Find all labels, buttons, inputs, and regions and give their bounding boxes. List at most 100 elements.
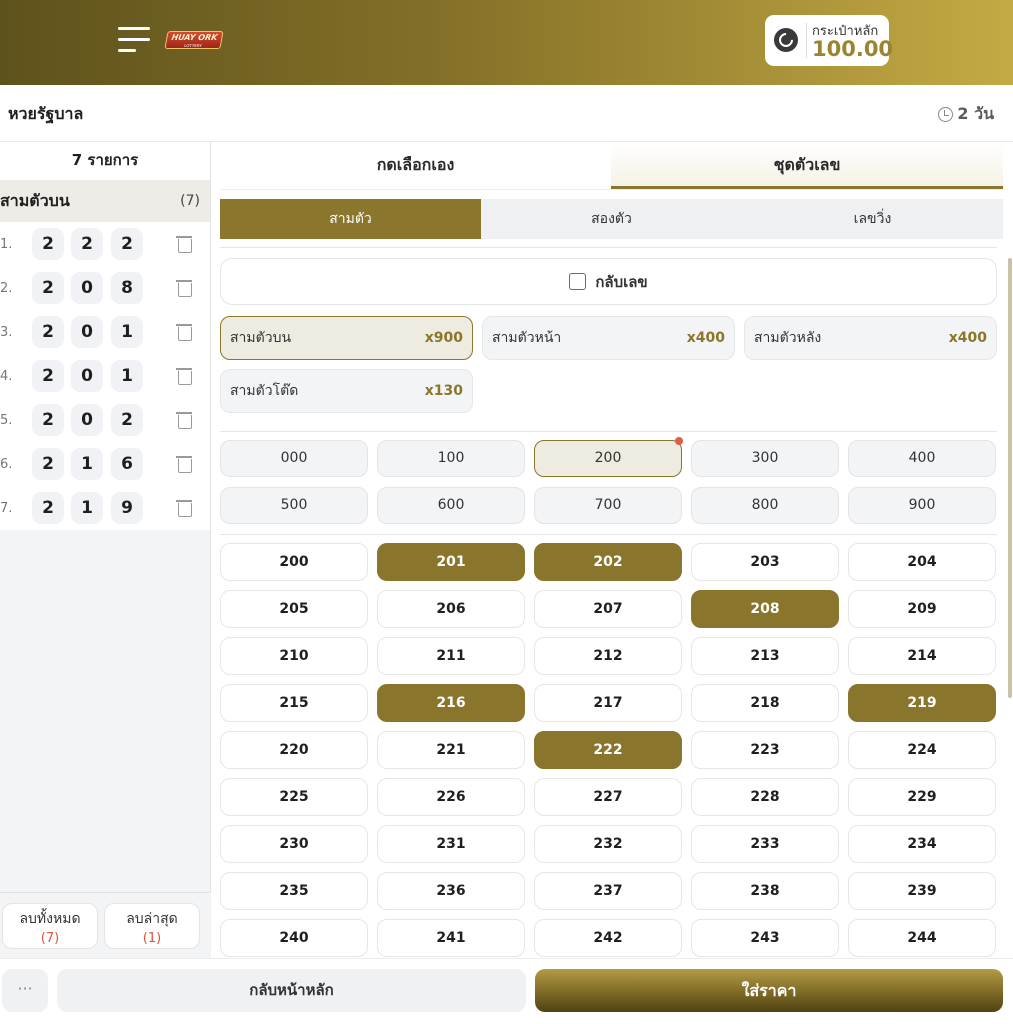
tab-two-digit[interactable]: สองตัว [481,199,742,239]
number-button[interactable]: 204 [848,543,996,581]
brand-logo[interactable]: HUAY ORK LOTTERY [164,31,224,49]
hundred-group-button[interactable]: 300 [691,440,839,477]
number-button[interactable]: 236 [377,872,525,910]
hundred-group-button[interactable]: 200 [534,437,683,477]
trash-icon[interactable] [176,412,192,429]
trash-icon[interactable] [176,500,192,517]
more-button[interactable]: ··· [2,969,48,1012]
bet-digit[interactable]: 1 [71,448,103,480]
tab-running-digit[interactable]: เลขวิ่ง [742,199,1003,239]
bet-digit[interactable]: 2 [32,272,64,304]
bet-digit[interactable]: 1 [71,492,103,524]
trash-icon[interactable] [176,456,192,473]
number-button[interactable]: 230 [220,825,368,863]
number-button[interactable]: 200 [220,543,368,581]
number-button[interactable]: 243 [691,919,839,957]
number-button[interactable]: 244 [848,919,996,957]
tab-manual-pick[interactable]: กดเลือกเอง [220,142,611,189]
bet-digit[interactable]: 9 [111,492,143,524]
number-button[interactable]: 214 [848,637,996,675]
bet-digit[interactable]: 1 [111,360,143,392]
number-button[interactable]: 224 [848,731,996,769]
menu-icon[interactable] [118,27,152,53]
number-button[interactable]: 205 [220,590,368,628]
number-button[interactable]: 217 [534,684,682,722]
hundred-group-button[interactable]: 800 [691,487,839,524]
number-button[interactable]: 219 [848,684,996,722]
number-button[interactable]: 233 [691,825,839,863]
bet-digit[interactable]: 0 [71,404,103,436]
number-button[interactable]: 231 [377,825,525,863]
rate-three-back[interactable]: สามตัวหลัง x400 [744,316,997,360]
number-button[interactable]: 238 [691,872,839,910]
number-button[interactable]: 215 [220,684,368,722]
bet-digit[interactable]: 2 [111,404,143,436]
trash-icon[interactable] [176,280,192,297]
reverse-number-toggle[interactable]: กลับเลข [220,258,997,305]
number-button[interactable]: 228 [691,778,839,816]
hundred-group-button[interactable]: 900 [848,487,996,524]
trash-icon[interactable] [176,368,192,385]
number-button[interactable]: 241 [377,919,525,957]
tab-number-set[interactable]: ชุดตัวเลข [611,142,1003,189]
number-button[interactable]: 227 [534,778,682,816]
bet-digit[interactable]: 2 [32,404,64,436]
hundred-group-button[interactable]: 000 [220,440,368,477]
number-button[interactable]: 239 [848,872,996,910]
scrollbar[interactable] [1008,258,1012,698]
number-button[interactable]: 235 [220,872,368,910]
number-button[interactable]: 201 [377,543,525,581]
bet-digit[interactable]: 2 [32,316,64,348]
clear-all-button[interactable]: ลบทั้งหมด (7) [2,903,98,949]
number-button[interactable]: 213 [691,637,839,675]
number-button[interactable]: 240 [220,919,368,957]
bet-digit[interactable]: 0 [71,360,103,392]
bet-digit[interactable]: 2 [32,360,64,392]
back-home-button[interactable]: กลับหน้าหลัก [57,969,526,1012]
number-button[interactable]: 221 [377,731,525,769]
tab-three-digit[interactable]: สามตัว [220,199,481,239]
trash-icon[interactable] [176,236,192,253]
hundred-group-button[interactable]: 700 [534,487,682,524]
number-button[interactable]: 212 [534,637,682,675]
number-button[interactable]: 209 [848,590,996,628]
number-button[interactable]: 220 [220,731,368,769]
rate-three-tod[interactable]: สามตัวโต๊ด x130 [220,369,473,413]
number-button[interactable]: 225 [220,778,368,816]
number-button[interactable]: 222 [534,731,682,769]
number-button[interactable]: 203 [691,543,839,581]
bet-digit[interactable]: 8 [111,272,143,304]
hundred-group-button[interactable]: 100 [377,440,525,477]
number-button[interactable]: 232 [534,825,682,863]
enter-price-button[interactable]: ใส่ราคา [535,969,1003,1012]
number-button[interactable]: 206 [377,590,525,628]
number-button[interactable]: 237 [534,872,682,910]
refresh-icon[interactable] [774,28,798,52]
hundred-group-button[interactable]: 600 [377,487,525,524]
hundred-group-button[interactable]: 400 [848,440,996,477]
number-button[interactable]: 216 [377,684,525,722]
bet-digit[interactable]: 2 [32,228,64,260]
bet-digit[interactable]: 6 [111,448,143,480]
bet-digit[interactable]: 2 [32,448,64,480]
number-button[interactable]: 210 [220,637,368,675]
clear-last-button[interactable]: ลบล่าสุด (1) [104,903,200,949]
bet-digit[interactable]: 2 [111,228,143,260]
number-button[interactable]: 242 [534,919,682,957]
number-button[interactable]: 202 [534,543,682,581]
rate-three-front[interactable]: สามตัวหน้า x400 [482,316,735,360]
hundred-group-button[interactable]: 500 [220,487,368,524]
number-button[interactable]: 208 [691,590,839,628]
number-button[interactable]: 211 [377,637,525,675]
bet-digit[interactable]: 1 [111,316,143,348]
number-button[interactable]: 218 [691,684,839,722]
number-button[interactable]: 223 [691,731,839,769]
number-button[interactable]: 207 [534,590,682,628]
number-button[interactable]: 226 [377,778,525,816]
reverse-checkbox[interactable] [569,273,587,290]
bet-digit[interactable]: 2 [32,492,64,524]
bet-digit[interactable]: 2 [71,228,103,260]
bet-digit[interactable]: 0 [71,272,103,304]
rate-three-top[interactable]: สามตัวบน x900 [220,316,473,360]
number-button[interactable]: 234 [848,825,996,863]
